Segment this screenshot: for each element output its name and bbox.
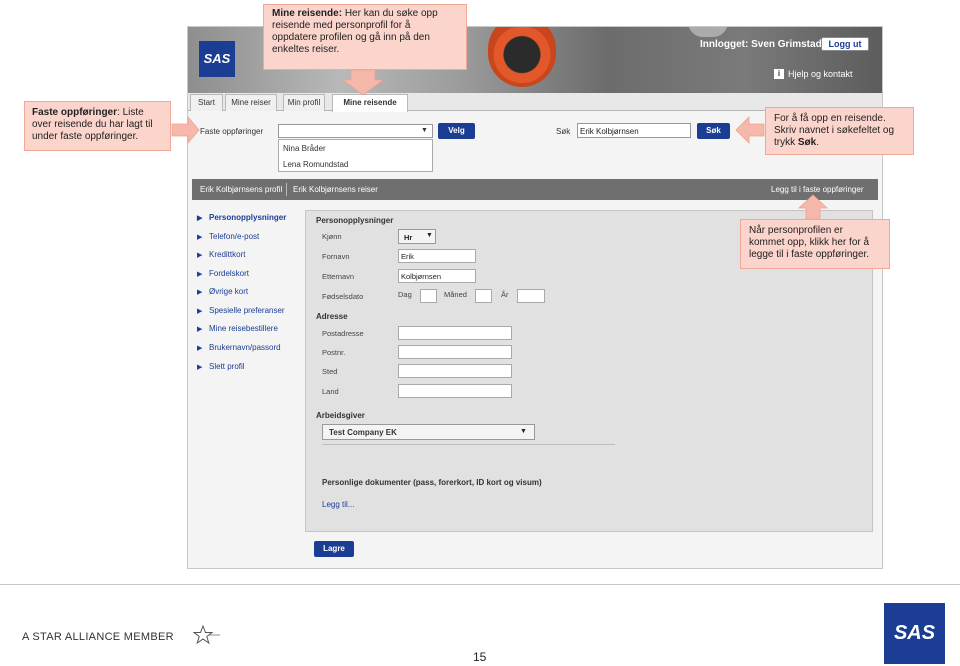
footer-divider	[0, 584, 960, 585]
arrow-down-icon	[341, 69, 385, 96]
arrow-left-icon	[735, 116, 765, 144]
callout-my-travellers: Mine reisende: Her kan du søke opp reise…	[263, 4, 467, 70]
star-alliance-text: A STAR ALLIANCE MEMBER	[22, 631, 174, 643]
callout-add-favorite: Når personprofilen er kommet opp, klikk …	[740, 219, 890, 269]
page-number: 15	[473, 650, 487, 664]
arrow-up-icon	[797, 194, 829, 220]
callout-search: For å få opp en reisende. Skriv navnet i…	[765, 107, 914, 155]
arrow-right-icon	[171, 115, 200, 145]
star-alliance-icon	[193, 625, 220, 645]
callout-favorites: Faste oppføringer: Liste over reisende d…	[24, 101, 171, 151]
sas-logo: SAS	[884, 603, 945, 664]
